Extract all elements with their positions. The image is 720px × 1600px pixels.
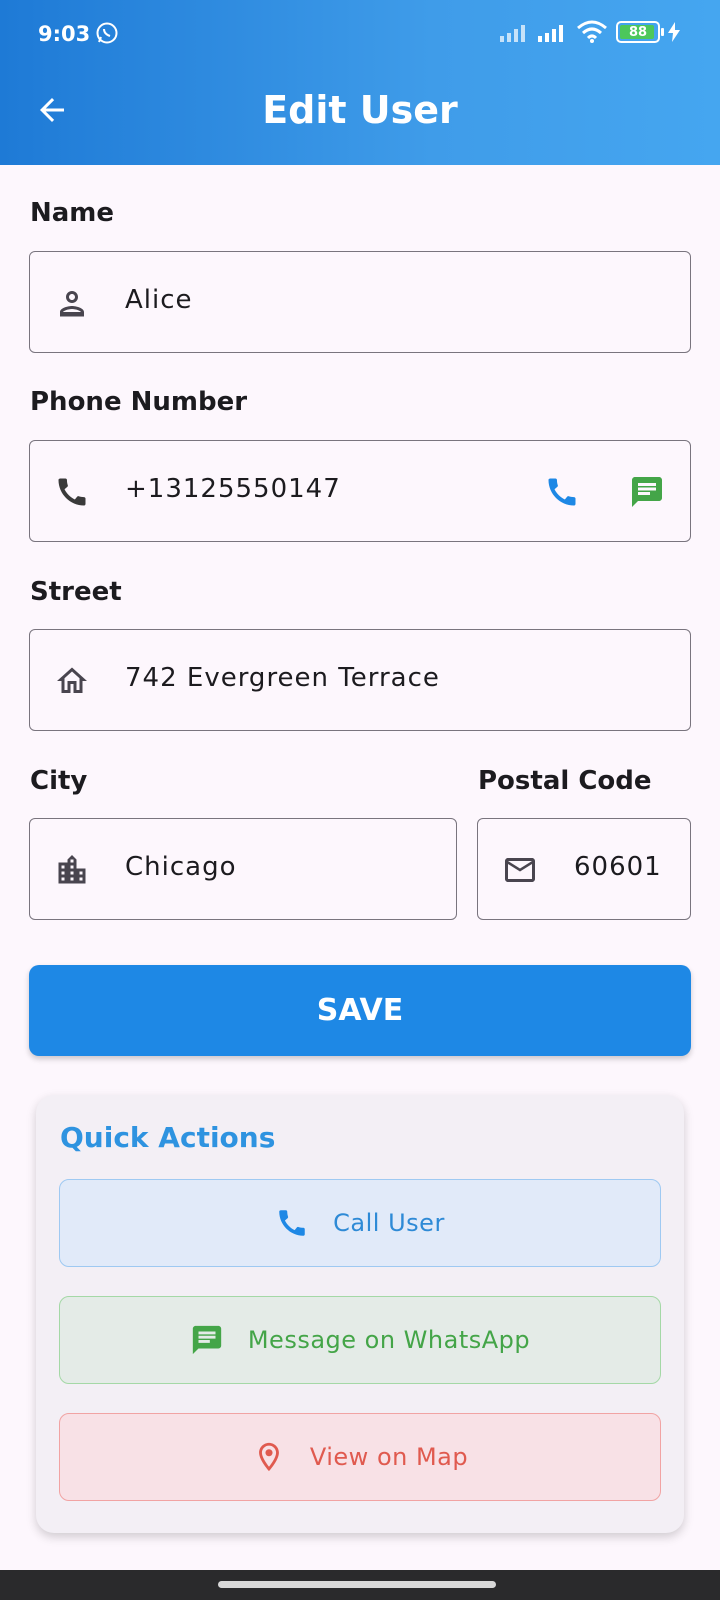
city-label: City bbox=[30, 766, 88, 796]
view-on-map-button[interactable]: View on Map bbox=[59, 1413, 661, 1501]
postal-code-label: Postal Code bbox=[478, 766, 652, 796]
status-bar: 9:03 88 bbox=[0, 0, 720, 70]
location-pin-icon bbox=[258, 1442, 279, 1472]
signal-icon bbox=[500, 25, 525, 42]
signal-icon-2 bbox=[538, 25, 563, 42]
phone-label: Phone Number bbox=[30, 387, 248, 417]
name-field[interactable]: Alice bbox=[29, 251, 691, 353]
call-user-label: Call User bbox=[333, 1209, 445, 1237]
status-icons: 88 bbox=[500, 20, 680, 44]
postal-code-field[interactable]: 60601 bbox=[477, 818, 691, 920]
call-user-button[interactable]: Call User bbox=[59, 1179, 661, 1267]
battery-level: 88 bbox=[628, 24, 648, 40]
name-label: Name bbox=[30, 198, 115, 228]
message-icon bbox=[192, 1325, 222, 1355]
phone-icon bbox=[279, 1210, 305, 1236]
street-value: 742 Evergreen Terrace bbox=[125, 663, 440, 693]
quick-actions-card: Quick Actions Call User Message on Whats… bbox=[36, 1095, 684, 1533]
home-icon bbox=[57, 667, 87, 693]
page-title: Edit User bbox=[262, 88, 458, 132]
postal-code-value: 60601 bbox=[574, 852, 662, 882]
street-field[interactable]: 742 Evergreen Terrace bbox=[29, 629, 691, 731]
phone-value: +13125550147 bbox=[125, 474, 341, 504]
app-bar: 9:03 88 Edit User bbox=[0, 0, 720, 165]
mail-icon bbox=[505, 858, 535, 882]
call-icon[interactable] bbox=[544, 474, 580, 510]
name-value: Alice bbox=[125, 285, 193, 315]
charging-icon bbox=[668, 22, 680, 42]
wifi-icon bbox=[577, 20, 607, 43]
person-icon bbox=[60, 291, 84, 317]
phone-icon bbox=[58, 478, 86, 506]
building-icon bbox=[58, 855, 86, 884]
home-gesture-handle[interactable] bbox=[218, 1581, 496, 1588]
quick-actions-title: Quick Actions bbox=[60, 1121, 276, 1154]
system-nav-bar bbox=[0, 1570, 720, 1600]
whatsapp-message-label: Message on WhatsApp bbox=[247, 1326, 531, 1354]
city-field[interactable]: Chicago bbox=[29, 818, 457, 920]
save-button[interactable]: SAVE bbox=[29, 965, 691, 1056]
whatsapp-message-button[interactable]: Message on WhatsApp bbox=[59, 1296, 661, 1384]
city-value: Chicago bbox=[125, 852, 237, 882]
view-on-map-label: View on Map bbox=[309, 1443, 469, 1471]
battery-icon: 88 bbox=[616, 21, 664, 43]
whatsapp-notification-icon bbox=[96, 22, 118, 44]
street-label: Street bbox=[30, 577, 122, 607]
phone-field[interactable]: +13125550147 bbox=[29, 440, 691, 542]
status-time: 9:03 bbox=[38, 22, 91, 46]
message-icon[interactable] bbox=[629, 474, 665, 510]
